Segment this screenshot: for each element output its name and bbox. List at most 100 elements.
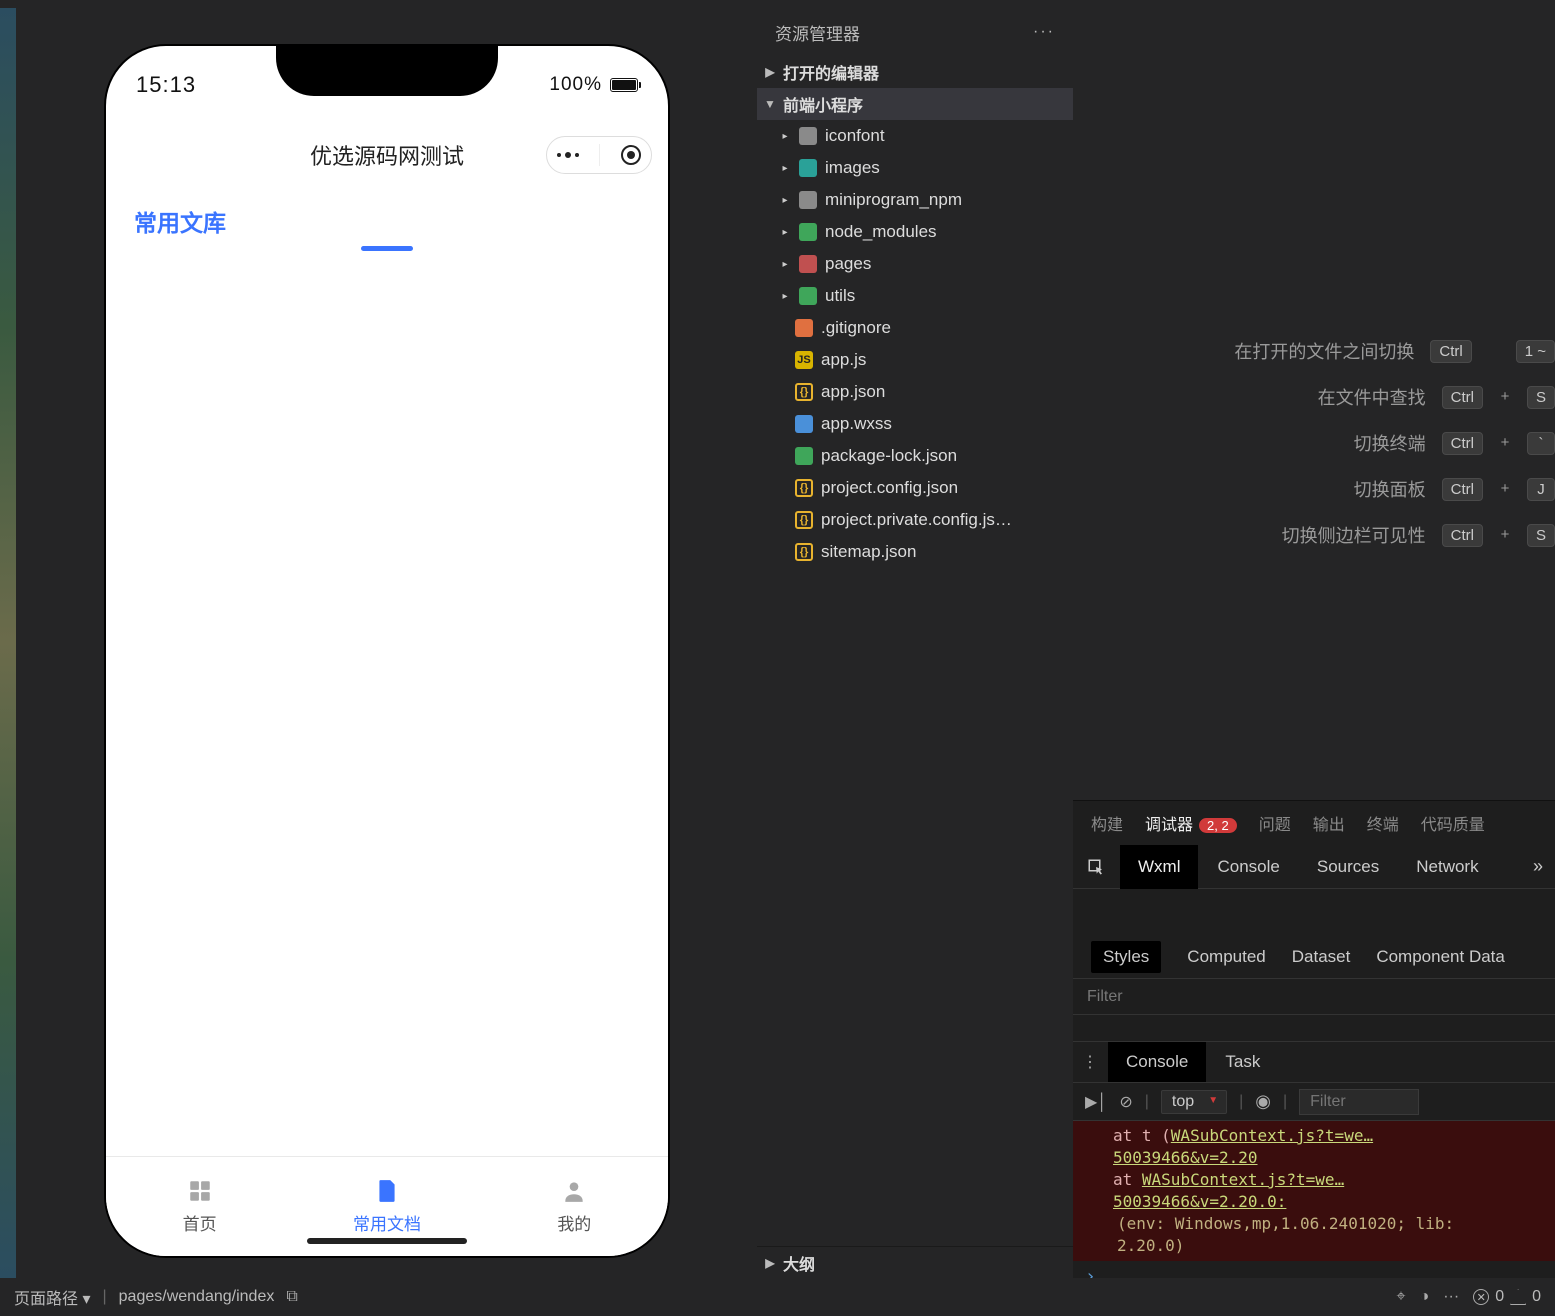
phone-notch bbox=[276, 46, 498, 96]
styles-tab-computed[interactable]: Computed bbox=[1187, 947, 1265, 967]
file-name: project.private.config.js… bbox=[821, 510, 1073, 530]
person-icon bbox=[561, 1178, 587, 1204]
debugger-tab-network[interactable]: Network bbox=[1398, 845, 1496, 889]
folder-row[interactable]: ▸pages bbox=[757, 248, 1073, 280]
page-path-value[interactable]: pages/wendang/index bbox=[119, 1288, 275, 1306]
chevron-right-icon: ▸ bbox=[779, 291, 791, 302]
eye-icon[interactable]: ◉ bbox=[1255, 1091, 1271, 1112]
console-tab-console[interactable]: Console bbox=[1108, 1042, 1206, 1082]
copy-icon[interactable]: ⧉ bbox=[286, 1288, 297, 1306]
bottom-panel: 构建调试器2, 2 问题输出终端代码质量 Wxml Console Sources… bbox=[1073, 800, 1555, 1291]
menu-dots-icon[interactable] bbox=[557, 152, 579, 158]
console-output: at t (WASubContext.js?t=we…50039466&v=2.… bbox=[1073, 1121, 1555, 1261]
styles-tabs: Styles Computed Dataset Component Data bbox=[1073, 935, 1555, 979]
panel-tab[interactable]: 代码质量 bbox=[1421, 811, 1485, 835]
styles-tab-styles[interactable]: Styles bbox=[1091, 941, 1161, 973]
error-icon: ✕ bbox=[1473, 1289, 1489, 1305]
home-indicator bbox=[307, 1238, 467, 1244]
shortcut-label: 在打开的文件之间切换 bbox=[1234, 338, 1414, 364]
key-cap: Ctrl bbox=[1430, 340, 1471, 363]
console-play-icon[interactable]: ▶│ bbox=[1085, 1092, 1107, 1112]
app-title: 优选源码网测试 bbox=[310, 139, 464, 171]
folder-icon bbox=[799, 223, 817, 241]
file-row[interactable]: {}project.private.config.js… bbox=[757, 504, 1073, 536]
bottom-panel-tabs: 构建调试器2, 2 问题输出终端代码质量 bbox=[1073, 801, 1555, 845]
folder-icon bbox=[799, 127, 817, 145]
styles-tab-component-data[interactable]: Component Data bbox=[1376, 947, 1505, 967]
folder-row[interactable]: ▸iconfont bbox=[757, 120, 1073, 152]
tabbar-item-me[interactable]: 我的 bbox=[481, 1157, 668, 1256]
key-cap: S bbox=[1527, 386, 1555, 409]
key-cap: Ctrl bbox=[1442, 478, 1483, 501]
tabbar-label: 我的 bbox=[557, 1210, 591, 1235]
console-toolbar: ▶│ ⊘ | top | ◉ | bbox=[1073, 1083, 1555, 1121]
chevron-right-icon: ▸ bbox=[779, 195, 791, 206]
explorer-title: 资源管理器 bbox=[775, 20, 860, 45]
folder-icon bbox=[799, 255, 817, 273]
tabbar-item-home[interactable]: 首页 bbox=[106, 1157, 293, 1256]
panel-tab[interactable]: 输出 bbox=[1313, 811, 1345, 835]
debugger-tab-wxml[interactable]: Wxml bbox=[1120, 845, 1198, 889]
file-row[interactable]: {}app.json bbox=[757, 376, 1073, 408]
folder-name: images bbox=[825, 158, 1073, 178]
warning-icon bbox=[1510, 1289, 1526, 1305]
preview-eye-icon[interactable]: ◑ bbox=[1420, 1288, 1430, 1306]
file-icon bbox=[795, 415, 813, 433]
panel-tab[interactable]: 构建 bbox=[1091, 811, 1123, 835]
debugger-toolbar: Wxml Console Sources Network » bbox=[1073, 845, 1555, 889]
folder-name: miniprogram_npm bbox=[825, 190, 1073, 210]
section-outline[interactable]: ▶ 大纲 bbox=[757, 1246, 1073, 1278]
file-tree: ▸iconfont▸images▸miniprogram_npm▸node_mo… bbox=[757, 120, 1073, 568]
debugger-tab-sources[interactable]: Sources bbox=[1299, 845, 1397, 889]
shortcut-row: 在文件中查找Ctrl+S bbox=[1215, 384, 1555, 410]
file-name: app.wxss bbox=[821, 414, 1073, 434]
folder-row[interactable]: ▸ utils bbox=[757, 280, 1073, 312]
status-time: 15:13 bbox=[136, 72, 196, 98]
console-tab-task[interactable]: Task bbox=[1207, 1042, 1278, 1082]
capsule-button[interactable] bbox=[546, 136, 652, 174]
shortcut-label: 切换侧边栏可见性 bbox=[1282, 522, 1426, 548]
editor-pane: 在打开的文件之间切换Ctrl1 ~在文件中查找Ctrl+S切换终端Ctrl+`切… bbox=[1073, 8, 1555, 1278]
folder-name: pages bbox=[825, 254, 1073, 274]
status-more-icon[interactable]: ··· bbox=[1443, 1288, 1459, 1306]
console-link[interactable]: WASubContext.js?t=we…50039466&v=2.20.0: bbox=[1113, 1170, 1344, 1211]
debugger-tab-console[interactable]: Console bbox=[1199, 845, 1297, 889]
console-scope-select[interactable]: top bbox=[1161, 1090, 1227, 1114]
page-path-label[interactable]: 页面路径 ▾ bbox=[14, 1285, 91, 1309]
inspect-element-icon[interactable] bbox=[1073, 845, 1119, 889]
panel-tab-badge: 2, 2 bbox=[1199, 818, 1237, 833]
styles-filter-input[interactable]: Filter bbox=[1087, 988, 1123, 1006]
explorer-more-icon[interactable]: ··· bbox=[1033, 23, 1055, 41]
shortcut-row: 切换面板Ctrl+J bbox=[1215, 476, 1555, 502]
key-cap bbox=[1480, 340, 1508, 363]
panel-tab[interactable]: 终端 bbox=[1367, 811, 1399, 835]
folder-row[interactable]: ▸ miniprogram_npm bbox=[757, 184, 1073, 216]
content-tab-active[interactable]: 常用文库 bbox=[134, 204, 226, 238]
close-target-icon[interactable] bbox=[621, 145, 641, 165]
compass-icon[interactable]: ⌖ bbox=[1397, 1288, 1406, 1306]
console-menu-icon[interactable]: ⋮ bbox=[1073, 1042, 1107, 1082]
section-label: 打开的编辑器 bbox=[783, 60, 879, 84]
file-row[interactable]: {}project.config.json bbox=[757, 472, 1073, 504]
console-clear-icon[interactable]: ⊘ bbox=[1119, 1092, 1132, 1112]
folder-name: node_modules bbox=[825, 222, 1073, 242]
panel-tab[interactable]: 问题 bbox=[1259, 811, 1291, 835]
file-row[interactable]: .gitignore bbox=[757, 312, 1073, 344]
styles-tab-dataset[interactable]: Dataset bbox=[1292, 947, 1351, 967]
file-row[interactable]: app.wxss bbox=[757, 408, 1073, 440]
file-row[interactable]: {}sitemap.json bbox=[757, 536, 1073, 568]
panel-tab[interactable]: 调试器2, 2 bbox=[1145, 811, 1237, 835]
section-project[interactable]: ▼ 前端小程序 bbox=[757, 88, 1073, 120]
folder-name: utils bbox=[825, 286, 1073, 306]
file-row[interactable]: package-lock.json bbox=[757, 440, 1073, 472]
folder-row[interactable]: ▸node_modules bbox=[757, 216, 1073, 248]
key-cap: ` bbox=[1527, 432, 1555, 455]
chevron-right-icon: ▸ bbox=[779, 131, 791, 142]
debugger-more-icon[interactable]: » bbox=[1521, 845, 1555, 889]
problems-counter[interactable]: ✕ 0 0 bbox=[1473, 1288, 1541, 1306]
section-open-editors[interactable]: ▶ 打开的编辑器 bbox=[757, 56, 1073, 88]
file-row[interactable]: JSapp.js bbox=[757, 344, 1073, 376]
folder-row[interactable]: ▸images bbox=[757, 152, 1073, 184]
console-filter-input[interactable] bbox=[1299, 1089, 1419, 1115]
section-label: 大纲 bbox=[783, 1251, 815, 1275]
